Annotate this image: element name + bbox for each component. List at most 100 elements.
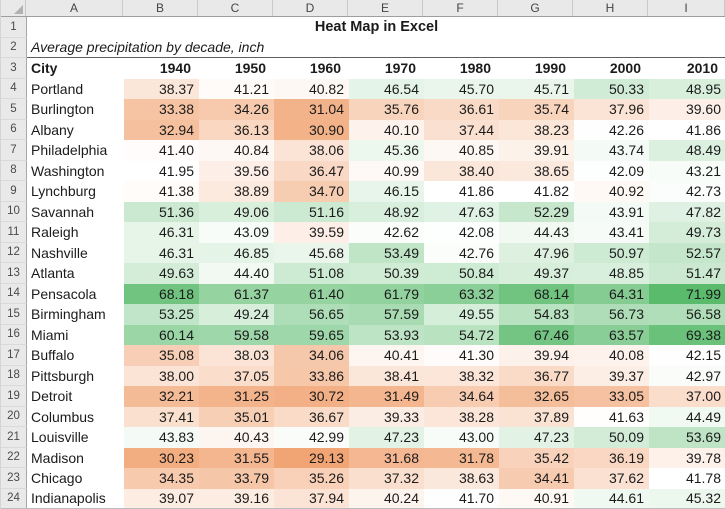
cell-i24-value[interactable]: 45.32 — [649, 488, 725, 509]
cell-h14-value[interactable]: 64.31 — [574, 283, 649, 304]
cell-i5-value[interactable]: 39.60 — [649, 99, 725, 120]
select-all-button[interactable] — [1, 0, 26, 16]
cell-d9-value[interactable]: 34.70 — [274, 181, 349, 202]
cell-a4-city[interactable]: Portland — [27, 79, 124, 100]
row-header-18[interactable]: 18 — [1, 365, 27, 386]
cell-g5-value[interactable]: 35.74 — [499, 99, 574, 120]
cell-a17-city[interactable]: Buffalo — [27, 345, 124, 366]
cell-g21-value[interactable]: 47.23 — [499, 427, 574, 448]
cell-e9-value[interactable]: 46.15 — [349, 181, 424, 202]
cell-i23-value[interactable]: 41.78 — [649, 468, 725, 489]
cell-a13-city[interactable]: Atlanta — [27, 263, 124, 284]
cell-b15-value[interactable]: 53.25 — [124, 304, 199, 325]
cell-i14-value[interactable]: 71.99 — [649, 283, 725, 304]
cell-g16-value[interactable]: 67.46 — [499, 324, 574, 345]
cell-e8-value[interactable]: 40.99 — [349, 160, 424, 181]
cell-a21-city[interactable]: Louisville — [27, 427, 124, 448]
cell-d23-value[interactable]: 35.26 — [274, 468, 349, 489]
cell-h20-value[interactable]: 41.63 — [574, 406, 649, 427]
cell-d13-value[interactable]: 51.08 — [274, 263, 349, 284]
cell-e5-value[interactable]: 35.76 — [349, 99, 424, 120]
row-header-3[interactable]: 3 — [1, 58, 27, 79]
row-header-1[interactable]: 1 — [1, 17, 27, 38]
cell-b17-value[interactable]: 35.08 — [124, 345, 199, 366]
column-header-a[interactable]: A — [26, 0, 123, 16]
row-header-10[interactable]: 10 — [1, 201, 27, 222]
cell-c18-value[interactable]: 37.05 — [199, 365, 274, 386]
cell-h13-value[interactable]: 48.85 — [574, 263, 649, 284]
row-header-23[interactable]: 23 — [1, 468, 27, 489]
column-header-b[interactable]: B — [123, 0, 198, 16]
cell-i22-value[interactable]: 39.78 — [649, 447, 725, 468]
cell-a22-city[interactable]: Madison — [27, 448, 124, 469]
cell-h21-value[interactable]: 50.09 — [574, 427, 649, 448]
cell-c24-value[interactable]: 39.16 — [199, 488, 274, 509]
cell-e12-value[interactable]: 53.49 — [349, 242, 424, 263]
cell-f6-value[interactable]: 37.44 — [424, 119, 499, 140]
cell-h17-value[interactable]: 40.08 — [574, 345, 649, 366]
cell-g10-value[interactable]: 52.29 — [499, 201, 574, 222]
cell-c14-value[interactable]: 61.37 — [199, 283, 274, 304]
cell-f23-value[interactable]: 38.63 — [424, 468, 499, 489]
cell-i12-value[interactable]: 52.57 — [649, 242, 725, 263]
cell-f19-value[interactable]: 34.64 — [424, 386, 499, 407]
cell-c23-value[interactable]: 33.79 — [199, 468, 274, 489]
cell-i19-value[interactable]: 37.00 — [649, 386, 725, 407]
cell-a16-city[interactable]: Miami — [27, 325, 124, 346]
cell-d3-header[interactable]: 1960 — [274, 58, 349, 79]
cell-b10-value[interactable]: 51.36 — [124, 201, 199, 222]
cell-b21-value[interactable]: 43.83 — [124, 427, 199, 448]
cell-b20-value[interactable]: 37.41 — [124, 406, 199, 427]
column-header-f[interactable]: F — [423, 0, 498, 16]
cell-b4-value[interactable]: 38.37 — [124, 78, 199, 99]
cell-a23-city[interactable]: Chicago — [27, 468, 124, 489]
cell-a10-city[interactable]: Savannah — [27, 202, 124, 223]
cell-a19-city[interactable]: Detroit — [27, 386, 124, 407]
cell-e6-value[interactable]: 40.10 — [349, 119, 424, 140]
cell-a5-city[interactable]: Burlington — [27, 99, 124, 120]
cell-i6-value[interactable]: 41.86 — [649, 119, 725, 140]
cell-f15-value[interactable]: 49.55 — [424, 304, 499, 325]
cell-b16-value[interactable]: 60.14 — [124, 324, 199, 345]
column-header-e[interactable]: E — [348, 0, 423, 16]
cell-d22-value[interactable]: 29.13 — [274, 447, 349, 468]
cell-c15-value[interactable]: 49.24 — [199, 304, 274, 325]
cell-h15-value[interactable]: 56.73 — [574, 304, 649, 325]
cell-g19-value[interactable]: 32.65 — [499, 386, 574, 407]
cell-f5-value[interactable]: 36.61 — [424, 99, 499, 120]
cell-f9-value[interactable]: 41.86 — [424, 181, 499, 202]
cell-i9-value[interactable]: 42.73 — [649, 181, 725, 202]
cell-c22-value[interactable]: 31.55 — [199, 447, 274, 468]
cell-a24-city[interactable]: Indianapolis — [27, 489, 124, 509]
cell-e13-value[interactable]: 50.39 — [349, 263, 424, 284]
cell-c19-value[interactable]: 31.25 — [199, 386, 274, 407]
cell-f17-value[interactable]: 41.30 — [424, 345, 499, 366]
cell-g24-value[interactable]: 40.91 — [499, 488, 574, 509]
cell-g8-value[interactable]: 38.65 — [499, 160, 574, 181]
cell-b22-value[interactable]: 30.23 — [124, 447, 199, 468]
cell-e14-value[interactable]: 61.79 — [349, 283, 424, 304]
cell-c16-value[interactable]: 59.58 — [199, 324, 274, 345]
cell-d24-value[interactable]: 37.94 — [274, 488, 349, 509]
cell-h24-value[interactable]: 44.61 — [574, 488, 649, 509]
cell-i13-value[interactable]: 51.47 — [649, 263, 725, 284]
cell-e7-value[interactable]: 45.36 — [349, 140, 424, 161]
cell-c9-value[interactable]: 38.89 — [199, 181, 274, 202]
cell-a8-city[interactable]: Washington — [27, 161, 124, 182]
cell-e16-value[interactable]: 53.93 — [349, 324, 424, 345]
cell-f20-value[interactable]: 38.28 — [424, 406, 499, 427]
cell-c12-value[interactable]: 46.85 — [199, 242, 274, 263]
row-header-21[interactable]: 21 — [1, 427, 27, 448]
cell-b18-value[interactable]: 38.00 — [124, 365, 199, 386]
column-header-c[interactable]: C — [198, 0, 273, 16]
cell-a14-city[interactable]: Pensacola — [27, 284, 124, 305]
cell-d16-value[interactable]: 59.65 — [274, 324, 349, 345]
column-header-h[interactable]: H — [573, 0, 648, 16]
cell-f16-value[interactable]: 54.72 — [424, 324, 499, 345]
cell-b9-value[interactable]: 41.38 — [124, 181, 199, 202]
cell-h8-value[interactable]: 42.09 — [574, 160, 649, 181]
cell-h16-value[interactable]: 63.57 — [574, 324, 649, 345]
row-header-20[interactable]: 20 — [1, 406, 27, 427]
cell-title[interactable]: Heat Map in Excel — [27, 17, 725, 38]
cell-h6-value[interactable]: 42.26 — [574, 119, 649, 140]
